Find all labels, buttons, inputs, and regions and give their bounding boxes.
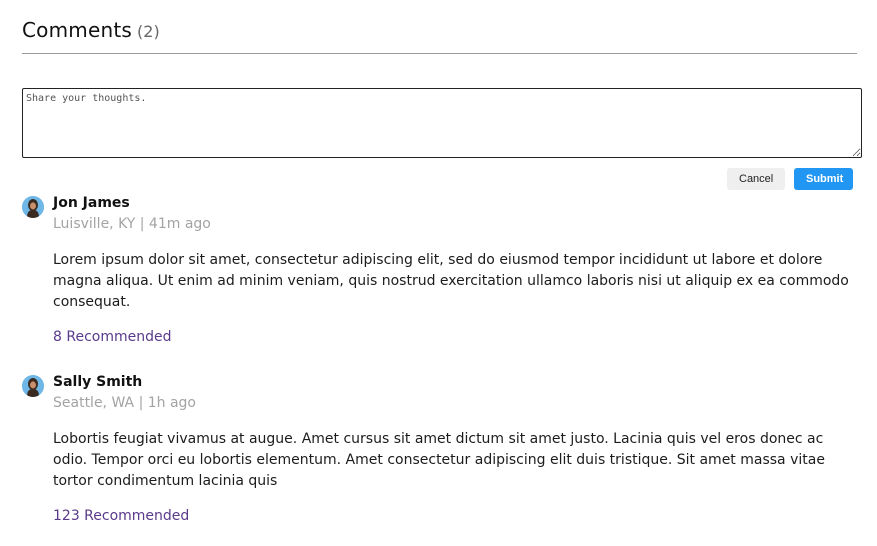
comment-meta: Seattle, WA | 1h ago <box>53 395 196 411</box>
comment-body: Lobortis feugiat vivamus at augue. Amet … <box>53 431 825 489</box>
comment-input[interactable] <box>22 88 862 158</box>
comments-header: Comments (2) <box>22 18 160 46</box>
comment-body: Lorem ipsum dolor sit amet, consectetur … <box>53 252 849 310</box>
person-avatar-icon <box>22 196 44 218</box>
cancel-button[interactable]: Cancel <box>727 168 785 190</box>
comment-meta: Luisville, KY | 41m ago <box>53 216 211 232</box>
comment-author[interactable]: Sally Smith <box>53 374 142 390</box>
comments-count: (2) <box>137 22 160 41</box>
submit-button[interactable]: Submit <box>794 168 853 190</box>
recommend-link[interactable]: 8 Recommended <box>53 329 171 345</box>
recommend-link[interactable]: 123 Recommended <box>53 508 189 524</box>
comments-title: Comments <box>22 18 133 42</box>
person-avatar-icon <box>22 375 44 397</box>
comment-author[interactable]: Jon James <box>53 195 130 211</box>
header-divider <box>22 53 857 54</box>
